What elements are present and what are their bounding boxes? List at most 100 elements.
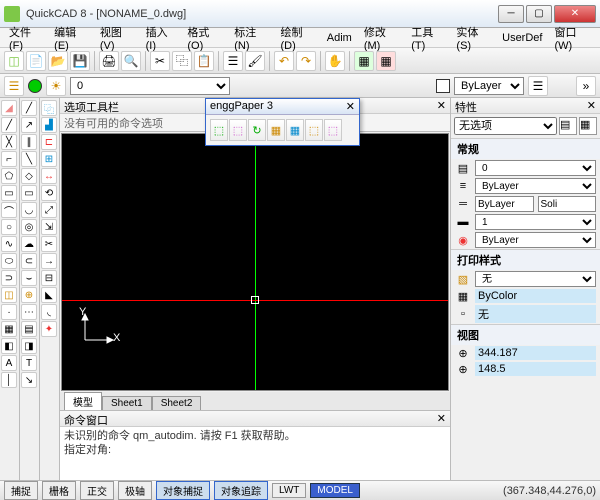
undo-button[interactable]: ↶ xyxy=(274,51,294,71)
open-button[interactable]: 📂 xyxy=(48,51,68,71)
arc-tool[interactable]: ⌒ xyxy=(1,202,17,218)
line-tool[interactable]: ╱ xyxy=(1,117,17,133)
hatch-tool[interactable]: ▦ xyxy=(1,321,17,337)
layer-color-swatch[interactable] xyxy=(28,79,42,93)
menu-adim[interactable]: Adim xyxy=(322,30,357,46)
vline-tool[interactable]: │ xyxy=(1,372,17,388)
menu-edit[interactable]: 编辑(E) xyxy=(49,22,93,54)
divide-tool[interactable]: ⋯ xyxy=(21,304,37,320)
color-swatch[interactable] xyxy=(436,79,450,93)
revcloud-tool[interactable]: ☁ xyxy=(21,236,37,252)
menu-dimension[interactable]: 标注(N) xyxy=(229,22,273,54)
menu-modify[interactable]: 修改(M) xyxy=(359,22,404,54)
ellipse-tool[interactable]: ⬭ xyxy=(1,253,17,269)
section-general[interactable]: 常规 xyxy=(451,139,600,159)
mirror-tool[interactable]: ▟ xyxy=(41,117,57,133)
arc2-tool[interactable]: ◡ xyxy=(21,202,37,218)
palette-btn-7[interactable]: ⬚ xyxy=(324,119,342,141)
overflow-button[interactable]: » xyxy=(576,76,596,96)
print-button[interactable]: 🖨 xyxy=(99,51,119,71)
offset-tool[interactable]: ⊏ xyxy=(41,134,57,150)
select-objects-button[interactable]: ▦ xyxy=(579,117,597,135)
mtext-tool[interactable]: T xyxy=(21,355,37,371)
copy-button[interactable]: ⿻ xyxy=(172,51,192,71)
arc3-tool[interactable]: ⊂ xyxy=(21,253,37,269)
ortho-toggle[interactable]: 正交 xyxy=(80,481,114,500)
prop-color-select[interactable]: ByLayer xyxy=(475,232,596,248)
menu-format[interactable]: 格式(O) xyxy=(182,22,227,54)
polygon-tool[interactable]: ⬠ xyxy=(1,168,17,184)
preview-button[interactable]: 🔍 xyxy=(121,51,141,71)
linetype-select[interactable]: ByLayer xyxy=(454,77,524,95)
close-button[interactable]: ✕ xyxy=(554,5,596,23)
point-tool[interactable]: · xyxy=(1,304,17,320)
prop-ltscale-val[interactable] xyxy=(538,196,597,212)
insert-tool[interactable]: ⊕ xyxy=(21,287,37,303)
rotate-tool[interactable]: ⟲ xyxy=(41,185,57,201)
palette-btn-4[interactable]: ▦ xyxy=(267,119,285,141)
ray-tool[interactable]: ↗ xyxy=(21,117,37,133)
snap-toggle[interactable]: 捕捉 xyxy=(4,481,38,500)
menu-solids[interactable]: 实体(S) xyxy=(451,22,495,54)
options-close-icon[interactable]: ✕ xyxy=(437,99,446,112)
prop-lineweight-select[interactable]: 1 xyxy=(475,214,596,230)
polar-toggle[interactable]: 极轴 xyxy=(118,481,152,500)
menu-file[interactable]: 文件(F) xyxy=(4,22,47,54)
properties-button[interactable]: ☰ xyxy=(223,51,243,71)
circle-tool[interactable]: ○ xyxy=(1,219,17,235)
maximize-button[interactable]: ▢ xyxy=(526,5,552,23)
new-doc-button[interactable]: 📄 xyxy=(26,51,46,71)
prop-ltscale-input[interactable] xyxy=(475,196,534,212)
spline-tool[interactable]: ∿ xyxy=(1,236,17,252)
prop-plotstyle-select[interactable]: 无 xyxy=(475,271,596,287)
boundary-tool[interactable]: ◨ xyxy=(21,338,37,354)
menu-userdef[interactable]: UserDef xyxy=(497,30,547,46)
palette-btn-6[interactable]: ⬚ xyxy=(305,119,323,141)
enggpaper-palette[interactable]: enggPaper 3 ✕ ⬚ ⬚ ↻ ▦ ▦ ⬚ ⬚ xyxy=(205,98,360,146)
match-button[interactable]: 🖌 xyxy=(245,51,265,71)
osnap-toggle[interactable]: 对象捕捉 xyxy=(156,481,210,500)
selection-select[interactable]: 无选项 xyxy=(454,117,557,135)
model-toggle[interactable]: MODEL xyxy=(310,483,360,498)
rectangle-tool[interactable]: ▭ xyxy=(1,185,17,201)
layer-select[interactable]: 0 xyxy=(70,77,230,95)
menu-tools[interactable]: 工具(T) xyxy=(406,22,449,54)
trim-tool[interactable]: ✂ xyxy=(41,236,57,252)
gradient-tool[interactable]: ▤ xyxy=(21,321,37,337)
section-view[interactable]: 视图 xyxy=(451,325,600,345)
region-tool[interactable]: ◧ xyxy=(1,338,17,354)
arrow-tool[interactable]: ↘ xyxy=(21,372,37,388)
tool-b-button[interactable]: ▦ xyxy=(376,51,396,71)
palette-btn-5[interactable]: ▦ xyxy=(286,119,304,141)
tool-a-button[interactable]: ▦ xyxy=(354,51,374,71)
command-output[interactable]: 未识别的命令 qm_autodim. 请按 F1 获取帮助。 指定对角: xyxy=(60,427,450,480)
array-tool[interactable]: ⊞ xyxy=(41,151,57,167)
move-tool[interactable]: ↔ xyxy=(41,168,57,184)
extend-tool[interactable]: → xyxy=(41,253,57,269)
tab-model[interactable]: 模型 xyxy=(64,392,102,410)
new-button[interactable]: ◫ xyxy=(4,51,24,71)
save-button[interactable]: 💾 xyxy=(70,51,90,71)
menu-view[interactable]: 视图(V) xyxy=(95,22,139,54)
quick-select-button[interactable]: ▤ xyxy=(559,117,577,135)
lwt-toggle[interactable]: LWT xyxy=(272,483,306,498)
ellipse-arc-tool[interactable]: ⊃ xyxy=(1,270,17,286)
grid-toggle[interactable]: 栅格 xyxy=(42,481,76,500)
drawing-canvas[interactable]: Y X xyxy=(61,133,449,391)
palette-btn-2[interactable]: ⬚ xyxy=(229,119,247,141)
multiline-tool[interactable]: ∥ xyxy=(21,134,37,150)
diamond-tool[interactable]: ◇ xyxy=(21,168,37,184)
trace-tool[interactable]: ╲ xyxy=(21,151,37,167)
pan-button[interactable]: ✋ xyxy=(325,51,345,71)
command-close-icon[interactable]: ✕ xyxy=(437,412,446,425)
line2-tool[interactable]: ╱ xyxy=(21,100,37,116)
tab-sheet2[interactable]: Sheet2 xyxy=(152,396,202,410)
menu-insert[interactable]: 插入(I) xyxy=(141,22,181,54)
palette-close-icon[interactable]: ✕ xyxy=(346,100,355,113)
donut-tool[interactable]: ◎ xyxy=(21,219,37,235)
scale-tool[interactable]: ⤢ xyxy=(41,202,57,218)
section-plot[interactable]: 打印样式 xyxy=(451,250,600,270)
lineweight-button[interactable]: ☰ xyxy=(528,76,548,96)
tab-sheet1[interactable]: Sheet1 xyxy=(102,396,152,410)
eraser-tool[interactable]: ◢ xyxy=(1,100,17,116)
